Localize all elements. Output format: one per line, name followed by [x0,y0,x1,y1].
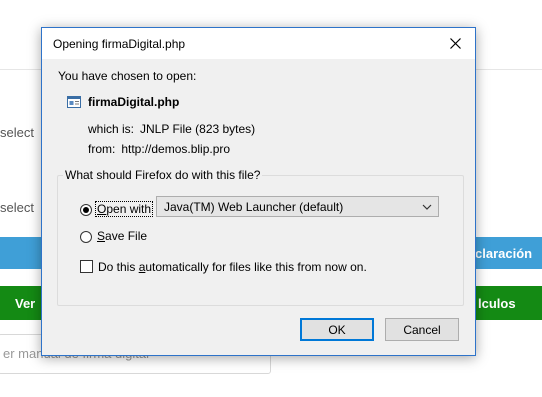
file-source-row: from: http://demos.blip.pro [88,142,230,156]
background-green-button-left-label[interactable]: Ver [15,296,35,311]
save-file-label[interactable]: Save File [97,229,147,243]
ok-button[interactable]: OK [300,318,374,341]
auto-label-start: Do this [98,260,139,274]
save-file-mnemonic: S [97,229,106,243]
from-label: from: [88,142,116,156]
file-icon [67,96,81,108]
file-source-value: http://demos.blip.pro [121,142,231,156]
background-blue-button-label: claración [475,246,533,261]
which-is-label: which is: [88,122,135,136]
auto-checkbox[interactable] [80,260,93,273]
ok-button-label: OK [328,322,346,337]
open-file-dialog: Opening firmaDigital.php You have chosen… [41,27,476,356]
close-button[interactable] [435,28,475,59]
background-select-label: select [0,125,34,140]
dialog-titlebar[interactable]: Opening firmaDigital.php [42,28,475,59]
auto-label-rest: utomatically for files like this from no… [145,260,367,274]
background-green-button-right-label[interactable]: lculos [478,296,516,311]
intro-text: You have chosen to open: [58,69,197,83]
application-select[interactable]: Java(TM) Web Launcher (default) [156,196,439,217]
cancel-button-label: Cancel [403,322,441,337]
open-with-label[interactable]: Open with [95,201,154,217]
save-file-radio[interactable] [80,231,92,243]
background-select-label: select [0,200,34,215]
chevron-down-icon [422,204,432,210]
close-icon [449,38,461,49]
open-with-mnemonic: O [97,202,107,216]
action-group-legend: What should Firefox do with this file? [63,168,263,182]
cancel-button[interactable]: Cancel [385,318,459,341]
auto-checkbox-label[interactable]: Do this automatically for files like thi… [98,260,367,274]
dialog-title: Opening firmaDigital.php [53,37,186,51]
open-with-label-rest: pen with [106,202,152,216]
application-select-value: Java(TM) Web Launcher (default) [164,200,344,214]
open-with-radio[interactable] [80,204,92,216]
file-type-row: which is: JNLP File (823 bytes) [88,122,255,136]
file-type-value: JNLP File (823 bytes) [140,122,256,136]
file-name: firmaDigital.php [88,95,180,109]
save-file-label-rest: ave File [105,229,148,243]
